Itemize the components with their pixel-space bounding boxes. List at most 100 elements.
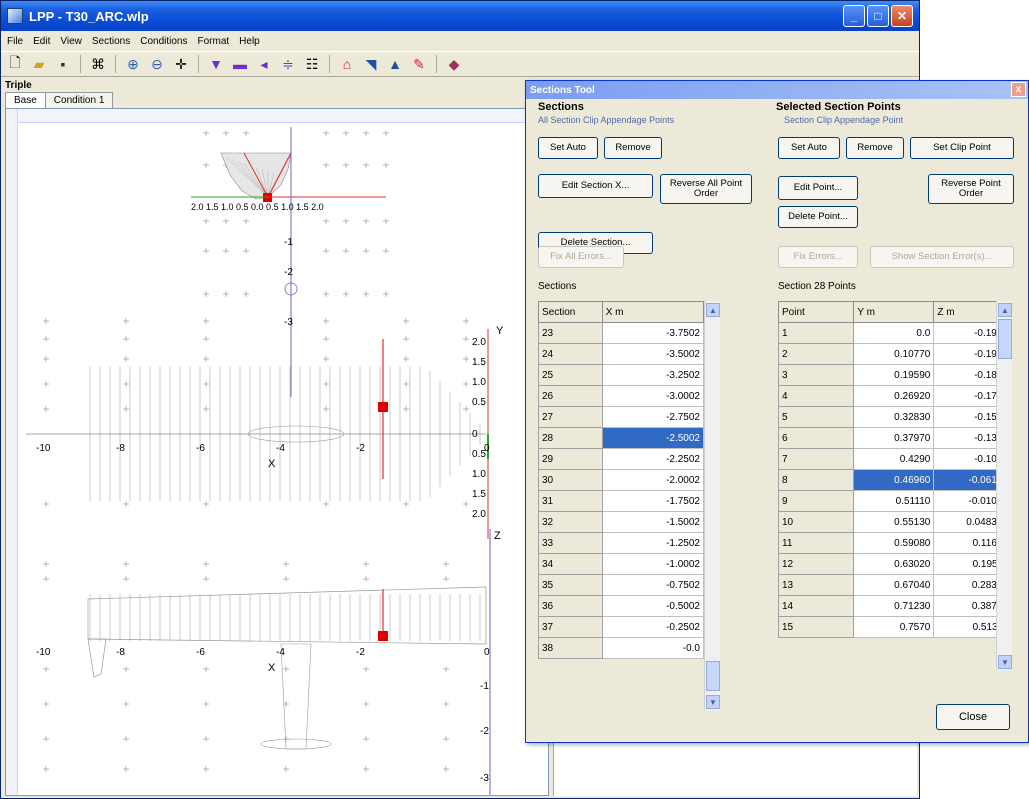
- row-header-cell[interactable]: 7: [777, 448, 855, 470]
- column-header-x[interactable]: X m: [601, 301, 705, 323]
- table-row[interactable]: 36 -0.5002: [538, 595, 705, 617]
- row-header-cell[interactable]: 10: [777, 511, 855, 533]
- table-row[interactable]: 3 0.19590 -0.1879: [777, 364, 1012, 386]
- row-header-cell[interactable]: 27: [538, 406, 603, 428]
- table-row[interactable]: 33 -1.2502: [538, 532, 705, 554]
- fix-errors-button[interactable]: Fix Errors...: [778, 246, 858, 268]
- table-row[interactable]: 7 0.4290 -0.1023: [777, 448, 1012, 470]
- table-cell[interactable]: 0.55130: [853, 511, 935, 533]
- table-cell[interactable]: 0.19590: [853, 364, 935, 386]
- edit-section-button[interactable]: Edit Section X...: [538, 174, 653, 198]
- table-cell[interactable]: -2.7502: [601, 406, 705, 428]
- table-cell[interactable]: 0.10770: [853, 343, 935, 365]
- table-row[interactable]: 27 -2.7502: [538, 406, 705, 428]
- align-icon[interactable]: ≑: [278, 54, 298, 74]
- table-icon[interactable]: ☷: [302, 54, 322, 74]
- table-cell[interactable]: -0.7502: [601, 574, 705, 596]
- row-header-cell[interactable]: 2: [777, 343, 855, 365]
- table-cell[interactable]: -2.5002: [601, 427, 705, 449]
- run-icon[interactable]: ◆: [444, 54, 464, 74]
- menu-file[interactable]: File: [7, 36, 23, 47]
- table-cell[interactable]: -0.0: [601, 637, 705, 659]
- table-row[interactable]: 15 0.7570 0.51311: [777, 616, 1012, 638]
- row-header-cell[interactable]: 9: [777, 490, 855, 512]
- menu-format[interactable]: Format: [197, 36, 229, 47]
- scroll-down-icon[interactable]: ▼: [706, 695, 720, 709]
- reverse-point-order-button[interactable]: Reverse Point Order: [928, 174, 1014, 204]
- tab-condition-1[interactable]: Condition 1: [44, 92, 114, 108]
- delete-point-button[interactable]: Delete Point...: [778, 206, 858, 228]
- table-cell[interactable]: -3.0002: [601, 385, 705, 407]
- row-header-cell[interactable]: 38: [538, 637, 603, 659]
- table-row[interactable]: 26 -3.0002: [538, 385, 705, 407]
- scroll-thumb[interactable]: [998, 319, 1012, 359]
- table-cell[interactable]: -3.5002: [601, 343, 705, 365]
- row-header-cell[interactable]: 14: [777, 595, 855, 617]
- table-cell[interactable]: -1.7502: [601, 490, 705, 512]
- waterline-icon[interactable]: ▬: [230, 54, 250, 74]
- table-row[interactable]: 12 0.63020 0.19511: [777, 553, 1012, 575]
- keel-icon[interactable]: ◥: [361, 54, 381, 74]
- table-cell[interactable]: -3.7502: [601, 322, 705, 344]
- table-cell[interactable]: 0.67040: [853, 574, 935, 596]
- table-row[interactable]: 11 0.59080 0.11691: [777, 532, 1012, 554]
- table-row[interactable]: 8 0.46960 -0.06109: [777, 469, 1012, 491]
- row-header-cell[interactable]: 31: [538, 490, 603, 512]
- row-header-cell[interactable]: 8: [777, 469, 855, 491]
- sections-scrollbar[interactable]: ▲ ▼: [704, 301, 720, 711]
- table-row[interactable]: 28 -2.5002: [538, 427, 705, 449]
- points-scrollbar[interactable]: ▲ ▼: [996, 301, 1012, 671]
- row-header-cell[interactable]: 12: [777, 553, 855, 575]
- row-header-cell[interactable]: 24: [538, 343, 603, 365]
- scroll-up-icon[interactable]: ▲: [998, 303, 1012, 317]
- table-row[interactable]: 24 -3.5002: [538, 343, 705, 365]
- table-cell[interactable]: 0.7570: [853, 616, 935, 638]
- table-row[interactable]: 29 -2.2502: [538, 448, 705, 470]
- sections-remove-button[interactable]: Remove: [604, 137, 662, 159]
- new-file-icon[interactable]: 🗋: [5, 54, 25, 74]
- row-header-cell[interactable]: 13: [777, 574, 855, 596]
- pan-icon[interactable]: ✛: [171, 54, 191, 74]
- table-row[interactable]: 37 -0.2502: [538, 616, 705, 638]
- scroll-down-icon[interactable]: ▼: [998, 655, 1012, 669]
- table-row[interactable]: 23 -3.7502: [538, 322, 705, 344]
- table-row[interactable]: 10 0.55130 0.048309: [777, 511, 1012, 533]
- table-row[interactable]: 5 0.32830 -0.1593: [777, 406, 1012, 428]
- show-section-errors-button[interactable]: Show Section Error(s)...: [870, 246, 1014, 268]
- row-header-cell[interactable]: 36: [538, 595, 603, 617]
- table-cell[interactable]: 0.0: [853, 322, 935, 344]
- table-cell[interactable]: 0.59080: [853, 532, 935, 554]
- menu-view[interactable]: View: [60, 36, 82, 47]
- row-header-cell[interactable]: 6: [777, 427, 855, 449]
- table-cell[interactable]: 0.37970: [853, 427, 935, 449]
- table-row[interactable]: 2 0.10770 -0.1939: [777, 343, 1012, 365]
- set-clip-point-button[interactable]: Set Clip Point: [910, 137, 1014, 159]
- maximize-button[interactable]: □: [867, 5, 889, 27]
- dialog-close-icon[interactable]: x: [1011, 82, 1026, 97]
- sail-icon[interactable]: ▲: [385, 54, 405, 74]
- table-cell[interactable]: 0.51110: [853, 490, 935, 512]
- row-header-cell[interactable]: 5: [777, 406, 855, 428]
- table-cell[interactable]: 0.26920: [853, 385, 935, 407]
- table-row[interactable]: 1 0.0 -0.1957: [777, 322, 1012, 344]
- table-row[interactable]: 35 -0.7502: [538, 574, 705, 596]
- table-cell[interactable]: -3.2502: [601, 364, 705, 386]
- table-cell[interactable]: -2.2502: [601, 448, 705, 470]
- table-cell[interactable]: -1.5002: [601, 511, 705, 533]
- table-cell[interactable]: -2.0002: [601, 469, 705, 491]
- table-cell[interactable]: 0.71230: [853, 595, 935, 617]
- column-header-point[interactable]: Point: [777, 301, 855, 323]
- appendage-icon[interactable]: ⌂: [337, 54, 357, 74]
- row-header-cell[interactable]: 30: [538, 469, 603, 491]
- save-icon[interactable]: ▪: [53, 54, 73, 74]
- reverse-all-point-order-button[interactable]: Reverse All Point Order: [660, 174, 752, 204]
- row-header-cell[interactable]: 25: [538, 364, 603, 386]
- column-header-section[interactable]: Section: [538, 301, 603, 323]
- edit-point-button[interactable]: Edit Point...: [778, 176, 858, 200]
- menu-sections[interactable]: Sections: [92, 36, 130, 47]
- row-header-cell[interactable]: 32: [538, 511, 603, 533]
- table-row[interactable]: 30 -2.0002: [538, 469, 705, 491]
- table-cell[interactable]: -1.0002: [601, 553, 705, 575]
- table-row[interactable]: 31 -1.7502: [538, 490, 705, 512]
- table-cell[interactable]: -1.2502: [601, 532, 705, 554]
